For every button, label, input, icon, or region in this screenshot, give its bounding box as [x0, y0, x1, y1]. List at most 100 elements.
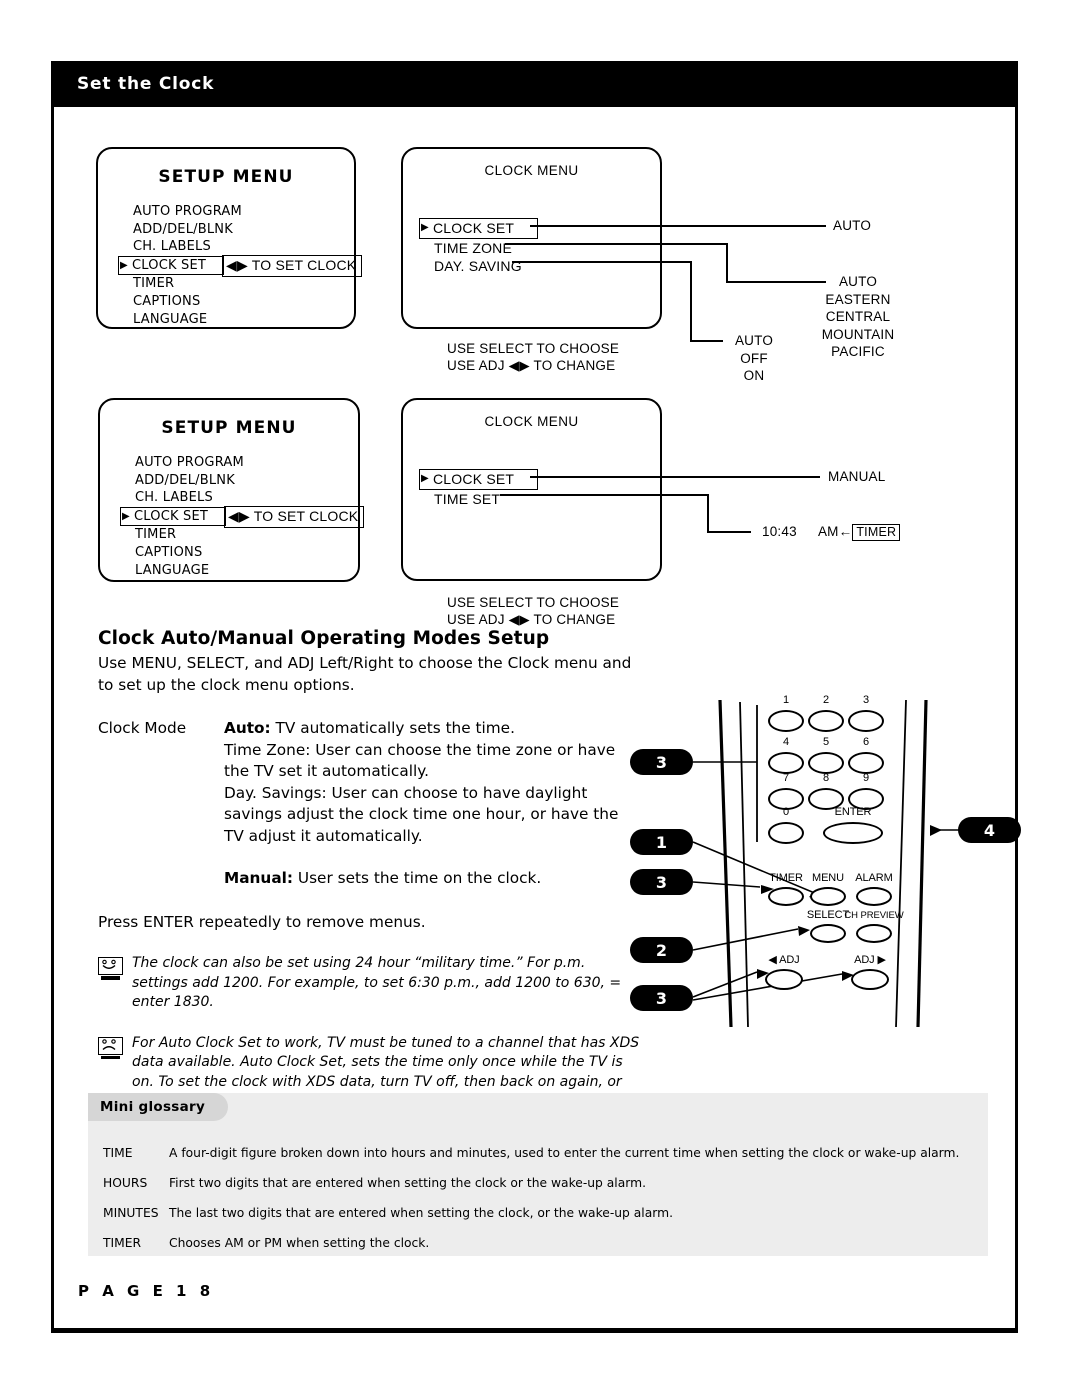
clock-menu-title: CLOCK MENU — [484, 163, 579, 178]
value-clock-set-manual: MANUAL — [828, 469, 886, 484]
remote-enter-button[interactable] — [823, 822, 883, 844]
glossary-term-hours: HOURS — [103, 1176, 148, 1190]
tz-eastern: EASTERN — [825, 291, 891, 307]
glossary-def-hours: First two digits that are entered when s… — [169, 1176, 646, 1190]
remote-key-1[interactable] — [768, 710, 804, 732]
remote-key-2[interactable] — [808, 710, 844, 732]
glossary-def-minutes: The last two digits that are entered whe… — [169, 1206, 673, 1220]
mode-manual-term: Manual: — [224, 869, 294, 887]
menu-item-timer-2[interactable]: TIMER — [122, 526, 244, 544]
callout-enter-button: 4 — [958, 817, 1021, 843]
glossary-term-time: TIME — [103, 1146, 133, 1160]
connector-clock-set-manual — [530, 476, 820, 478]
glossary-row-hours: HOURS First two digits that are entered … — [103, 1175, 973, 1191]
menu-item-ch-labels-2[interactable]: CH. LABELS — [122, 489, 244, 507]
remote-key-4[interactable] — [768, 752, 804, 774]
clock-menu-item-time-set[interactable]: TIME SET — [421, 490, 538, 509]
remote-select-button[interactable] — [810, 924, 846, 943]
ds-off: OFF — [740, 350, 768, 366]
connector-day-saving-c — [690, 261, 692, 341]
remote-key-5-label: 5 — [822, 736, 830, 748]
remote-alarm-label: ALARM — [855, 872, 893, 884]
glossary-row-time: TIME A four-digit figure broken down int… — [103, 1145, 973, 1161]
clock-menu-item-clock-set[interactable]: ▶ CLOCK SET — [419, 218, 538, 239]
menu-item-ch-labels[interactable]: CH. LABELS — [120, 238, 242, 256]
remote-key-5[interactable] — [808, 752, 844, 774]
connector-clock-set — [530, 225, 826, 227]
menu-item-captions[interactable]: CAPTIONS — [120, 293, 242, 311]
menu-item-add-del-blnk[interactable]: ADD/DEL/BLNK — [120, 221, 242, 239]
callout-select-button: 2 — [630, 937, 693, 963]
tv-stand — [101, 976, 120, 980]
clock-menu-items-2: ▶ CLOCK SET TIME SET — [419, 469, 538, 509]
mode-auto: Auto: TV automatically sets the time. — [224, 718, 643, 740]
connector-time-zone-a — [505, 243, 727, 245]
remote-key-3-label: 3 — [862, 694, 870, 706]
value-day-saving-list: AUTO OFF ON — [726, 332, 782, 385]
section-title: Clock Auto/Manual Operating Modes Setup — [98, 628, 550, 649]
glossary-row-minutes: MINUTES The last two digits that are ent… — [103, 1205, 973, 1221]
remote-key-0[interactable] — [768, 822, 804, 844]
footer-line-2: USE ADJ ◀▶ TO CHANGE — [447, 358, 616, 373]
callout-keypad: 3 — [630, 749, 693, 775]
page-number: P A G E 1 8 — [78, 1282, 215, 1300]
mode-manual-text: User sets the time on the clock. — [293, 869, 542, 887]
footer-line-1b: USE SELECT TO CHOOSE — [447, 595, 620, 610]
menu-item-language-2[interactable]: LANGUAGE — [122, 562, 244, 580]
menu-item-auto-program-2[interactable]: AUTO PROGRAM — [122, 454, 244, 472]
remote-timer-button[interactable] — [768, 887, 804, 906]
menu-item-captions-2[interactable]: CAPTIONS — [122, 544, 244, 562]
remote-key-3[interactable] — [848, 710, 884, 732]
mode-manual: Manual: User sets the time on the clock. — [224, 868, 643, 890]
remote-menu-button[interactable] — [810, 887, 846, 906]
glossary-term-minutes: MINUTES — [103, 1206, 159, 1220]
menu-item-language[interactable]: LANGUAGE — [120, 311, 242, 329]
tv-screen-2 — [98, 1036, 123, 1055]
mode-auto-term: Auto: — [224, 719, 271, 737]
clock-menu-item-clock-set-2[interactable]: ▶ CLOCK SET — [419, 469, 538, 490]
callout-leader-lines — [692, 761, 960, 1001]
callout-timer-button: 3 — [630, 869, 693, 895]
meridiem-value: AM — [817, 524, 839, 539]
bottom-rule — [51, 1328, 1018, 1333]
remote-adj-right-button[interactable] — [851, 969, 889, 990]
clock-menu-items: ▶ CLOCK SET TIME ZONE DAY. SAVING — [419, 218, 538, 276]
clock-menu-box-auto: CLOCK MENU ▶ CLOCK SET TIME ZONE DAY. SA… — [401, 147, 662, 329]
to-set-clock-hint: ◀▶ TO SET CLOCK — [222, 255, 363, 277]
remote-ch-preview-button[interactable] — [856, 924, 892, 943]
clock-mode-descriptions: Auto: TV automatically sets the time. Ti… — [224, 718, 643, 890]
remote-key-9-label: 9 — [862, 772, 870, 784]
mini-glossary-tab: Mini glossary — [88, 1093, 228, 1121]
remote-menu-label: MENU — [812, 872, 844, 884]
intro-paragraph: Use MENU, SELECT, and ADJ Left/Right to … — [98, 654, 632, 694]
mode-time-zone: Time Zone: User can choose the time zone… — [224, 740, 616, 781]
connector-time-set-c — [707, 531, 751, 533]
remote-adj-left-label: ◀ ADJ — [768, 954, 800, 966]
menu-item-timer[interactable]: TIMER — [120, 275, 242, 293]
setup-menu-title-2: SETUP MENU — [161, 418, 297, 438]
remote-key-0-label: 0 — [782, 806, 790, 818]
remote-adj-left-button[interactable] — [765, 969, 803, 990]
remote-key-6[interactable] — [848, 752, 884, 774]
ds-auto: AUTO — [734, 333, 774, 348]
menu-item-clock-set-2[interactable]: ▶ CLOCK SET — [120, 506, 226, 527]
remote-key-2-label: 2 — [822, 694, 830, 706]
clock-menu-item-day-saving[interactable]: DAY. SAVING — [421, 257, 538, 276]
caret-right-icon: ▶ — [421, 222, 429, 234]
menu-item-add-del-blnk-2[interactable]: ADD/DEL/BLNK — [122, 472, 244, 490]
clock-menu-manual-footer: USE SELECT TO CHOOSE USE ADJ ◀▶ TO CHANG… — [447, 594, 619, 628]
remote-timer-label: TIMER — [769, 872, 803, 884]
mini-glossary-panel: Mini glossary TIME A four-digit figure b… — [88, 1093, 988, 1256]
clock-mode-label: Clock Mode — [98, 719, 187, 737]
menu-item-auto-program[interactable]: AUTO PROGRAM — [120, 203, 242, 221]
caret-right-icon: ▶ — [120, 259, 128, 271]
setup-menu-title: SETUP MENU — [158, 167, 294, 187]
clock-menu-item-time-zone[interactable]: TIME ZONE — [421, 239, 538, 258]
remote-alarm-button[interactable] — [856, 887, 892, 906]
caret-right-icon: ▶ — [421, 473, 429, 485]
mode-auto-text: TV automatically sets the time. — [270, 719, 515, 737]
note-military-time: The clock can also be set using 24 hour … — [98, 954, 643, 1013]
body-copy: Clock Auto/Manual Operating Modes Setup … — [98, 628, 643, 1112]
caret-right-icon: ▶ — [122, 510, 130, 522]
menu-item-clock-set[interactable]: ▶ CLOCK SET — [118, 255, 224, 276]
